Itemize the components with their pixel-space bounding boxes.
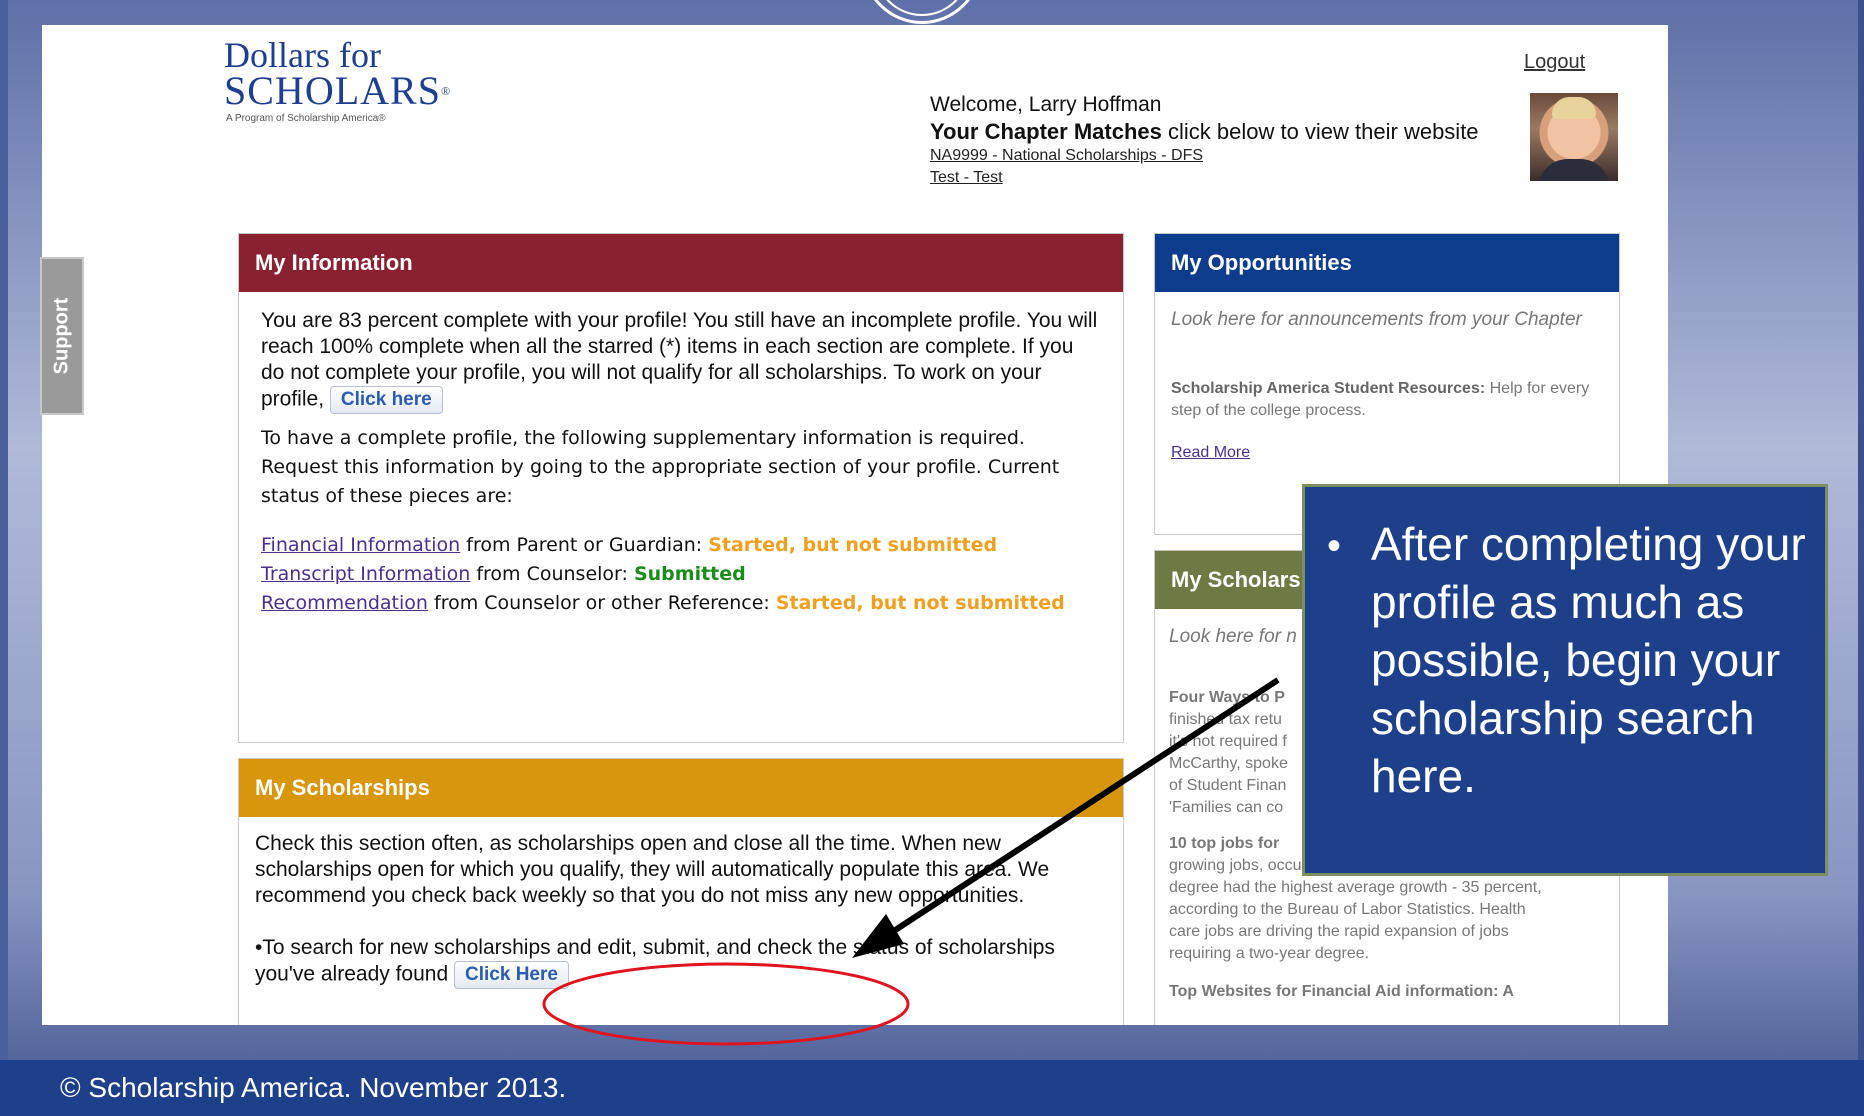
annotation-arrow-line xyxy=(878,677,1280,943)
footer-copyright: © Scholarship America. November 2013. xyxy=(0,1060,1864,1116)
callout-bullet: • xyxy=(1327,524,1342,568)
callout-box: • After completing your profile as much … xyxy=(1302,484,1828,876)
callout-text: After completing your profile as much as… xyxy=(1371,518,1806,802)
annotation-circle xyxy=(542,962,910,1046)
annotation-arrow-head xyxy=(852,914,904,958)
